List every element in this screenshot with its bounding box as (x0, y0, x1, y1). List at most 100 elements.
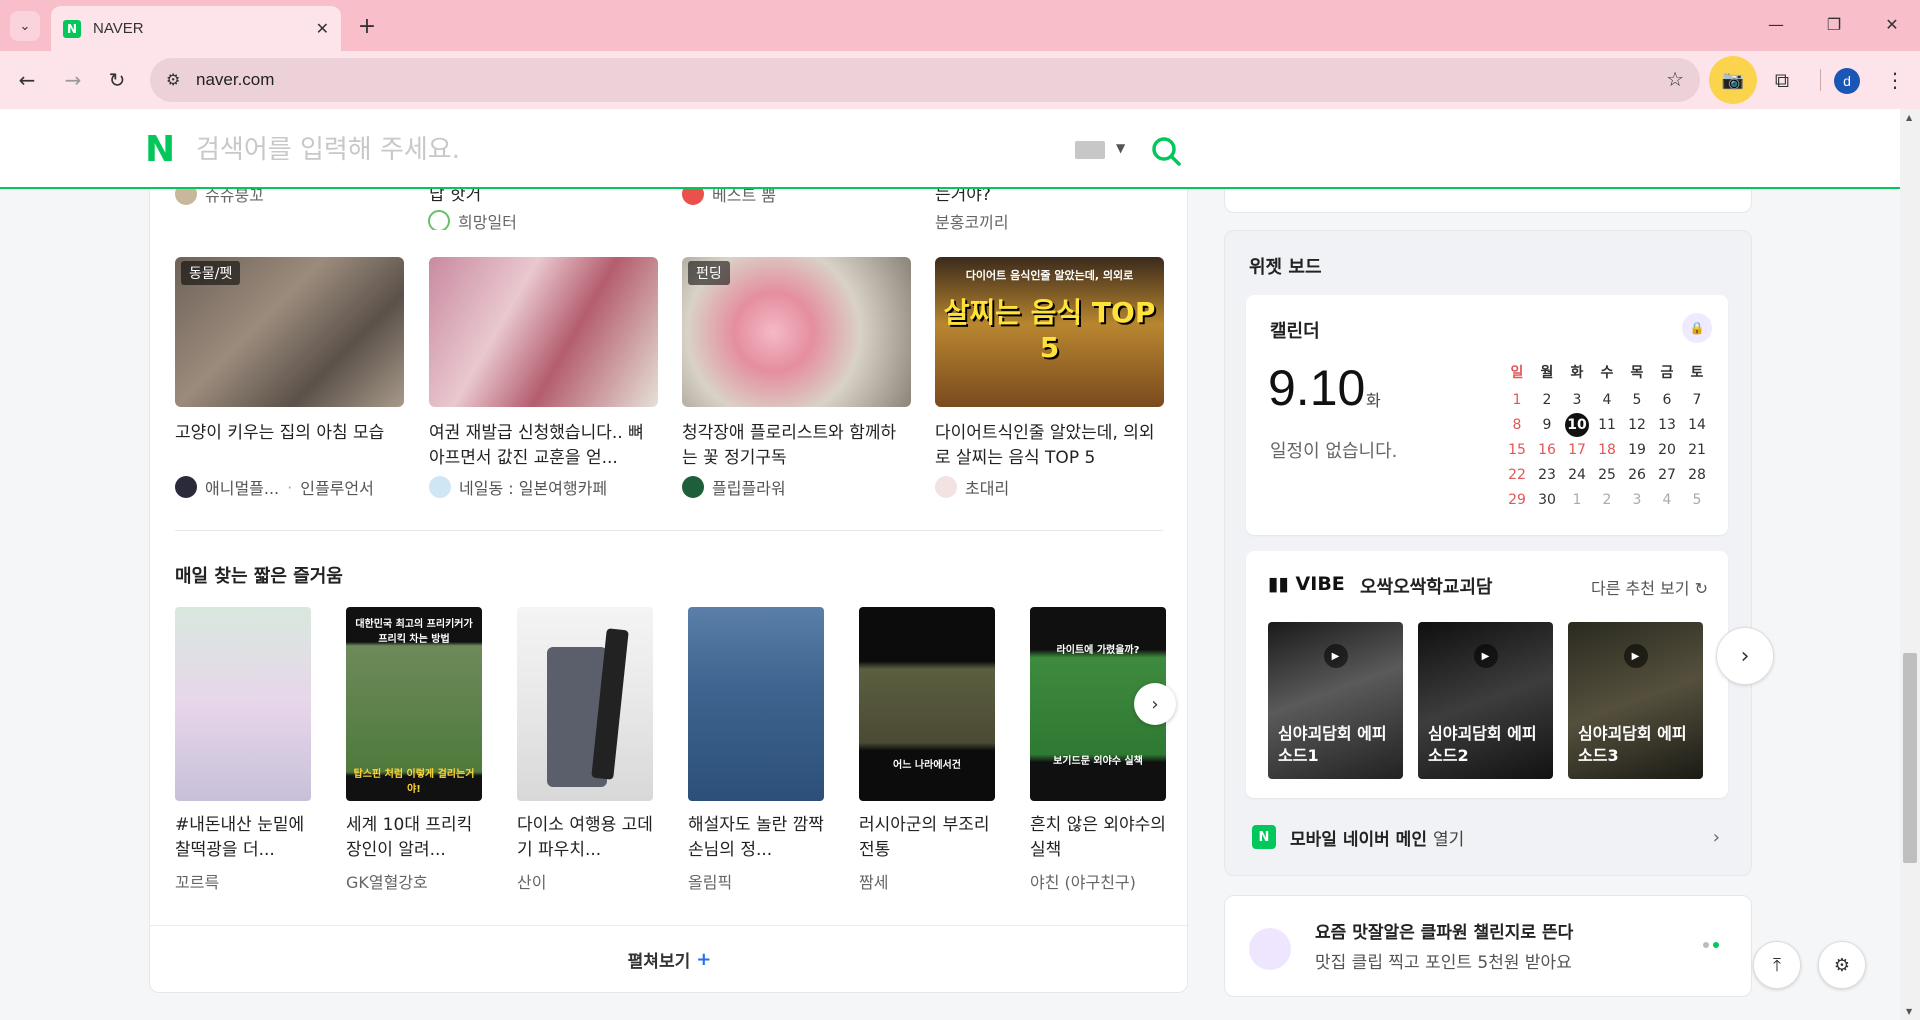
calendar-day[interactable]: 1 (1502, 392, 1532, 408)
calendar-day[interactable]: 2 (1532, 392, 1562, 408)
play-icon[interactable]: ▶ (1323, 644, 1348, 668)
vibe-track[interactable]: ▶ 심야괴담회 에피소드1 (1268, 622, 1403, 779)
short-author[interactable]: 올림픽 (688, 869, 824, 893)
calendar-day[interactable]: 12 (1622, 417, 1652, 433)
minimize-button[interactable]: — (1748, 0, 1804, 48)
page-scrollbar[interactable]: ▲ ▼ (1900, 109, 1920, 1020)
short-thumbnail[interactable]: 어느 나라에서건 (859, 607, 995, 801)
calendar-day[interactable]: 27 (1652, 467, 1682, 483)
vibe-track[interactable]: ▶ 심야괴담회 에피소드3 (1568, 622, 1703, 779)
calendar-day[interactable]: 29 (1502, 492, 1532, 508)
scroll-up-arrow-icon[interactable]: ▲ (1906, 113, 1912, 122)
shorts-next-button[interactable]: › (1134, 683, 1176, 725)
search-icon[interactable] (1150, 135, 1182, 167)
back-button[interactable]: ← (10, 63, 44, 97)
calendar-widget[interactable]: 캘린더 🔒 9.10 화 일정이 없습니다. 일 월 화 수 목 금 토 1 2… (1246, 295, 1728, 535)
pagination-dot-active[interactable] (1713, 942, 1719, 948)
short-clip[interactable]: #내돈내산 눈밑에 찰떡광을 더... 꼬르륵 (175, 607, 311, 893)
vibe-track[interactable]: ▶ 심야괴담회 에피소드2 (1418, 622, 1553, 779)
settings-button[interactable]: ⚙ (1818, 941, 1866, 989)
browser-tab-naver[interactable]: N NAVER ✕ (51, 6, 341, 51)
short-thumbnail[interactable]: 대한민국 최고의 프리키커가 프리킥 차는 방법 탑스핀 처럼 이렇게 걸리는거… (346, 607, 482, 801)
short-author[interactable]: GK열혈강호 (346, 869, 482, 893)
vibe-playlist-title[interactable]: 오싹오싹학교괴담 (1360, 573, 1492, 599)
card-thumbnail[interactable] (429, 257, 658, 407)
short-author[interactable]: 산이 (517, 869, 653, 893)
site-info-icon[interactable]: ⚙ (166, 70, 180, 89)
vibe-more-link[interactable]: 다른 추천 보기 ↻ (1591, 575, 1708, 599)
short-author[interactable]: 야친 (야구친구) (1030, 869, 1166, 893)
short-clip[interactable]: 대한민국 최고의 프리키커가 프리킥 차는 방법 탑스핀 처럼 이렇게 걸리는거… (346, 607, 482, 893)
calendar-day[interactable]: 5 (1682, 492, 1712, 508)
short-clip[interactable]: 어느 나라에서건 러시아군의 부조리 전통 짬세 (859, 607, 995, 893)
scroll-down-arrow-icon[interactable]: ▼ (1906, 1007, 1912, 1016)
calendar-day[interactable]: 11 (1592, 417, 1622, 433)
extensions-button[interactable]: ⧉ (1765, 63, 1799, 97)
calendar-day[interactable]: 3 (1622, 492, 1652, 508)
scrollbar-thumb[interactable] (1903, 653, 1917, 863)
calendar-day[interactable]: 25 (1592, 467, 1622, 483)
card-title[interactable]: 고양이 키우는 집의 아침 모습 (175, 421, 404, 471)
calendar-day[interactable]: 5 (1622, 392, 1652, 408)
calendar-day[interactable]: 19 (1622, 442, 1652, 458)
calendar-day[interactable]: 1 (1562, 492, 1592, 508)
address-bar[interactable]: ⚙ naver.com ☆ (150, 58, 1700, 102)
play-icon[interactable]: ▶ (1623, 644, 1648, 668)
tab-search-button[interactable]: ⌄ (10, 11, 40, 41)
calendar-day[interactable]: 3 (1562, 392, 1592, 408)
calendar-day[interactable]: 28 (1682, 467, 1712, 483)
calendar-day[interactable]: 20 (1652, 442, 1682, 458)
cut-author-4[interactable]: 분홍코끼리 (935, 209, 1009, 230)
author-name[interactable]: 네일동 : 일본여행카페 (459, 475, 607, 499)
feed-card[interactable]: 여권 재발급 신청했습니다.. 뼈아프면서 값진 교훈을 얻... 네일동 : … (429, 257, 658, 499)
calendar-day[interactable]: 13 (1652, 417, 1682, 433)
widget-next-button[interactable]: › (1716, 627, 1774, 685)
caret-down-icon[interactable]: ▼ (1116, 141, 1125, 155)
window-close-button[interactable]: ✕ (1864, 0, 1920, 48)
calendar-day[interactable]: 23 (1532, 467, 1562, 483)
short-author[interactable]: 꼬르륵 (175, 869, 311, 893)
short-title[interactable]: 흔치 않은 외야수의 실책 (1030, 813, 1166, 863)
calendar-day[interactable]: 6 (1652, 392, 1682, 408)
calendar-day[interactable]: 15 (1502, 442, 1532, 458)
calendar-day[interactable]: 2 (1592, 492, 1622, 508)
calendar-day[interactable]: 4 (1652, 492, 1682, 508)
promo-banner[interactable]: 요즘 맛잘알은 클파원 챌린지로 뜬다 맛집 클립 찍고 포인트 5천원 받아요 (1224, 895, 1752, 997)
lock-icon[interactable]: 🔒 (1682, 313, 1712, 343)
card-thumbnail[interactable]: 다이어트 음식인줄 알았는데, 의외로 살찌는 음식 TOP 5 (935, 257, 1164, 407)
feed-card[interactable]: 다이어트 음식인줄 알았는데, 의외로 살찌는 음식 TOP 5 다이어트식인줄… (935, 257, 1164, 499)
card-thumbnail[interactable]: 동물/펫 (175, 257, 404, 407)
calendar-day[interactable]: 14 (1682, 417, 1712, 433)
calendar-day[interactable]: 30 (1532, 492, 1562, 508)
restore-button[interactable]: ❐ (1806, 0, 1862, 48)
card-title[interactable]: 여권 재발급 신청했습니다.. 뼈아프면서 값진 교훈을 얻... (429, 421, 658, 471)
feed-card[interactable]: 동물/펫 고양이 키우는 집의 아침 모습 애니멀플... · 인플루언서 (175, 257, 404, 499)
naver-logo[interactable]: N (145, 132, 177, 168)
profile-avatar[interactable]: d (1834, 68, 1860, 94)
author-name[interactable]: 애니멀플... (205, 475, 279, 499)
short-clip[interactable]: 해설자도 놀란 깜짝 손님의 정... 올림픽 (688, 607, 824, 893)
cut-author-2[interactable]: 희망일터 (428, 209, 517, 230)
pagination-dot[interactable] (1703, 942, 1709, 948)
bookmark-star-icon[interactable]: ☆ (1666, 67, 1684, 91)
calendar-day[interactable]: 26 (1622, 467, 1652, 483)
reload-button[interactable]: ↻ (100, 63, 134, 97)
short-thumbnail[interactable] (517, 607, 653, 801)
vibe-logo[interactable]: ▮▮ VIBE (1268, 573, 1345, 595)
calendar-day[interactable]: 7 (1682, 392, 1712, 408)
card-title[interactable]: 다이어트식인줄 알았는데, 의외로 살찌는 음식 TOP 5 (935, 421, 1164, 471)
calendar-day[interactable]: 4 (1592, 392, 1622, 408)
scroll-to-top-button[interactable]: ⤒ (1753, 941, 1801, 989)
expand-button[interactable]: 펼쳐보기 + (150, 925, 1189, 993)
short-author[interactable]: 짬세 (859, 869, 995, 893)
calendar-day[interactable]: 17 (1562, 442, 1592, 458)
calendar-day-today[interactable]: 10 (1562, 412, 1592, 437)
short-title[interactable]: 다이소 여행용 고데기 파우치... (517, 813, 653, 863)
card-title[interactable]: 청각장애 플로리스트와 함께하는 꽃 정기구독 (682, 421, 911, 471)
play-icon[interactable]: ▶ (1473, 644, 1498, 668)
calendar-day[interactable]: 21 (1682, 442, 1712, 458)
short-thumbnail[interactable] (175, 607, 311, 801)
search-input[interactable] (196, 131, 1046, 169)
forward-button[interactable]: → (56, 63, 90, 97)
short-clip[interactable]: 다이소 여행용 고데기 파우치... 산이 (517, 607, 653, 893)
